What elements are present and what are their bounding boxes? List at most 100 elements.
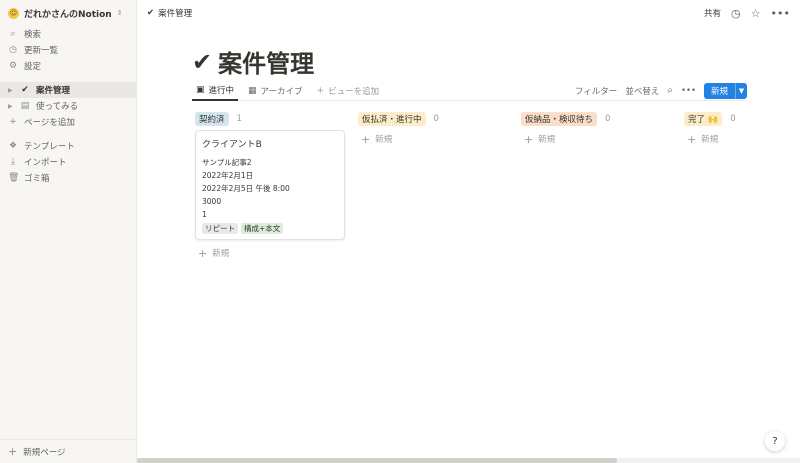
sidebar-item-label: インポート bbox=[24, 158, 67, 168]
new-record-button[interactable]: 新規 ▼ bbox=[703, 82, 747, 99]
plus-icon: + bbox=[8, 445, 18, 458]
board-column: 仮納品・検収待ち 0 + 新規 bbox=[521, 112, 671, 262]
column-header[interactable]: 契約済 1 bbox=[195, 112, 345, 126]
tab-label: 進行中 bbox=[208, 85, 235, 96]
board-column: 完了 🙌 0 + 新規 bbox=[684, 112, 744, 262]
workspace-switcher[interactable]: ☺ だれかさんのNotion ⇕ bbox=[0, 0, 136, 26]
chevron-down-icon[interactable]: ▼ bbox=[735, 82, 747, 99]
more-icon[interactable]: ••• bbox=[681, 86, 696, 96]
card-property: 3000 bbox=[202, 197, 222, 206]
card-title: クライアントB bbox=[202, 140, 262, 150]
add-card-button[interactable]: + 新規 bbox=[684, 130, 744, 148]
gear-icon: ⚙ bbox=[8, 61, 18, 71]
help-button[interactable]: ? bbox=[765, 431, 785, 451]
card-property: サンプル記事2 bbox=[202, 158, 252, 167]
breadcrumb[interactable]: ✔ 案件管理 bbox=[147, 7, 192, 19]
check-icon: ✔ bbox=[192, 47, 213, 76]
new-page-button[interactable]: + 新規ページ bbox=[0, 439, 137, 463]
sidebar: ☺ だれかさんのNotion ⇕ ⌕ 検索 ◷ 更新一覧 ⚙ 設定 ▶ ✔ 案件… bbox=[0, 0, 137, 463]
sidebar-page-getting-started[interactable]: ▶ ▤ 使ってみる bbox=[0, 98, 136, 114]
add-card-button[interactable]: + 新規 bbox=[358, 130, 508, 148]
sidebar-item-updates[interactable]: ◷ 更新一覧 bbox=[0, 42, 136, 58]
page-title-text: 案件管理 bbox=[218, 50, 315, 78]
column-header[interactable]: 仮納品・検収待ち 0 bbox=[521, 112, 671, 126]
add-card-button[interactable]: + 新規 bbox=[195, 244, 345, 262]
tab-add-view[interactable]: + ビューを追加 bbox=[313, 81, 384, 101]
column-header[interactable]: 仮払済・進行中 0 bbox=[358, 112, 508, 126]
board-card[interactable]: クライアントB サンプル記事2 2022年2月1日 2022年2月5日 午後 8… bbox=[195, 130, 345, 240]
share-button[interactable]: 共有 bbox=[704, 7, 721, 19]
add-card-label: 新規 bbox=[701, 135, 719, 145]
filter-button[interactable]: フィルター bbox=[575, 85, 617, 97]
status-tag: 仮納品・検収待ち bbox=[521, 112, 598, 126]
sidebar-item-settings[interactable]: ⚙ 設定 bbox=[0, 58, 136, 74]
toggle-arrow-icon[interactable]: ▶ bbox=[8, 103, 14, 110]
breadcrumb-label: 案件管理 bbox=[158, 9, 193, 19]
column-count: 1 bbox=[236, 114, 242, 124]
sidebar-add-page[interactable]: + ページを追加 bbox=[0, 114, 136, 130]
tab-archive[interactable]: ▦ アーカイブ bbox=[244, 81, 307, 101]
sidebar-item-templates[interactable]: ❖ テンプレート bbox=[0, 138, 136, 154]
more-icon[interactable]: ••• bbox=[771, 7, 790, 20]
page-title[interactable]: ✔ 案件管理 bbox=[192, 44, 314, 79]
search-icon: ⌕ bbox=[10, 29, 16, 39]
sidebar-item-label: 使ってみる bbox=[36, 102, 79, 112]
new-page-label: 新規ページ bbox=[23, 447, 66, 458]
sidebar-item-label: ゴミ箱 bbox=[24, 174, 50, 184]
card-tag: リピート bbox=[202, 223, 238, 234]
add-card-button[interactable]: + 新規 bbox=[521, 130, 671, 148]
plus-icon: + bbox=[524, 132, 534, 146]
add-card-label: 新規 bbox=[538, 135, 556, 145]
search-icon[interactable]: ⌕ bbox=[667, 85, 673, 96]
template-icon: ❖ bbox=[8, 141, 18, 151]
sidebar-page-project[interactable]: ▶ ✔ 案件管理 bbox=[0, 82, 136, 98]
clock-icon: ◷ bbox=[9, 45, 17, 55]
sidebar-item-search[interactable]: ⌕ 検索 bbox=[0, 26, 136, 42]
check-icon: ✔ bbox=[21, 85, 29, 95]
tab-label: ビューを追加 bbox=[328, 86, 380, 97]
toggle-arrow-icon[interactable]: ▶ bbox=[8, 87, 14, 94]
plus-icon: + bbox=[687, 132, 697, 146]
main-content: ✔ 案件管理 ▣ 進行中 ▦ アーカイブ + ビューを追加 フィルター 並べ替え… bbox=[137, 26, 800, 463]
trash-icon: 🗑 bbox=[8, 173, 20, 183]
sidebar-item-label: 設定 bbox=[24, 62, 42, 72]
card-tag: 構成+本文 bbox=[241, 223, 284, 234]
card-property: 1 bbox=[202, 210, 207, 219]
star-icon[interactable]: ☆ bbox=[751, 7, 761, 20]
status-tag: 完了 🙌 bbox=[684, 112, 723, 126]
column-count: 0 bbox=[433, 114, 439, 124]
page-icon: ▤ bbox=[20, 101, 30, 111]
view-tabs: ▣ 進行中 ▦ アーカイブ + ビューを追加 フィルター 並べ替え ⌕ ••• … bbox=[192, 81, 747, 101]
plus-icon: + bbox=[316, 85, 325, 96]
column-count: 0 bbox=[605, 114, 611, 124]
sort-button[interactable]: 並べ替え bbox=[625, 85, 659, 97]
board-column: 契約済 1 クライアントB サンプル記事2 2022年2月1日 2022年2月5… bbox=[195, 112, 345, 262]
table-icon: ▦ bbox=[248, 85, 257, 96]
column-header[interactable]: 完了 🙌 0 bbox=[684, 112, 744, 126]
new-record-label: 新規 bbox=[710, 86, 728, 97]
sidebar-item-trash[interactable]: 🗑 ゴミ箱 bbox=[0, 170, 136, 186]
tab-in-progress[interactable]: ▣ 進行中 bbox=[192, 81, 239, 101]
chevron-updown-icon: ⇕ bbox=[116, 9, 123, 17]
sidebar-item-label: テンプレート bbox=[24, 142, 75, 152]
plus-icon: + bbox=[9, 117, 17, 127]
tab-label: アーカイブ bbox=[260, 86, 303, 97]
board-icon: ▣ bbox=[196, 84, 205, 95]
clock-icon[interactable]: ◷ bbox=[731, 7, 741, 20]
add-card-label: 新規 bbox=[375, 135, 393, 145]
workspace-name: だれかさんのNotion bbox=[24, 9, 112, 20]
sidebar-item-label: ページを追加 bbox=[24, 118, 75, 128]
kanban-board: 契約済 1 クライアントB サンプル記事2 2022年2月1日 2022年2月5… bbox=[195, 112, 744, 262]
plus-icon: + bbox=[198, 246, 208, 260]
status-tag: 契約済 bbox=[195, 112, 229, 126]
workspace-avatar-icon: ☺ bbox=[8, 7, 19, 19]
status-tag: 仮払済・進行中 bbox=[358, 112, 426, 126]
horizontal-scrollbar[interactable] bbox=[137, 458, 617, 463]
sidebar-item-import[interactable]: ⤓ インポート bbox=[0, 154, 136, 170]
card-property: 2022年2月1日 bbox=[202, 171, 254, 180]
column-count: 0 bbox=[730, 114, 736, 124]
board-column: 仮払済・進行中 0 + 新規 bbox=[358, 112, 508, 262]
import-icon: ⤓ bbox=[11, 157, 15, 167]
sidebar-item-label: 検索 bbox=[24, 30, 42, 40]
check-icon: ✔ bbox=[147, 8, 155, 18]
